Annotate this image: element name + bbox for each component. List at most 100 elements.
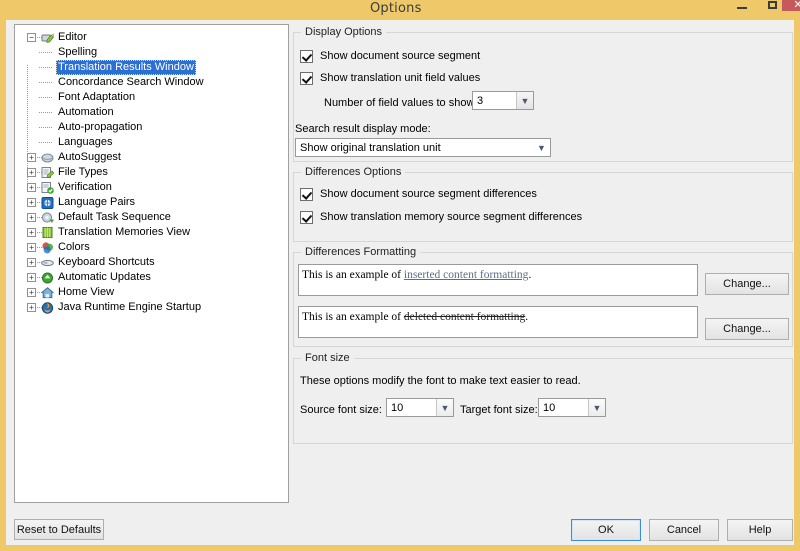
tree-item-label: Languages (58, 136, 113, 148)
keyboard-icon (41, 256, 54, 269)
minimize-button[interactable] (728, 0, 756, 11)
tree-item-label: Colors (58, 241, 90, 253)
source-font-size-label: Source font size: (300, 404, 382, 416)
tree-expander-expand-icon[interactable]: + (27, 273, 36, 282)
tree-item-keyboard-shortcuts[interactable]: + Keyboard Shortcuts (19, 255, 288, 270)
title-bar: Options ✕ (0, 0, 800, 20)
tree-item-font-adaptation[interactable]: Font Adaptation (19, 90, 288, 105)
tree-connector (39, 52, 53, 53)
tree-expander-expand-icon[interactable]: + (27, 303, 36, 312)
show-document-source-segment-checkbox[interactable] (300, 50, 313, 63)
tree-item-automation[interactable]: Automation (19, 105, 288, 120)
search-result-display-mode-combobox[interactable]: Show original translation unit ▼ (295, 138, 551, 157)
tree-item-translation-memories-view[interactable]: + Translation Memories View (19, 225, 288, 240)
file-types-icon (41, 166, 55, 179)
search-result-display-mode-value: Show original translation unit (300, 141, 441, 154)
tree-expander-expand-icon[interactable]: + (27, 228, 36, 237)
editor-pencil-icon (41, 31, 55, 44)
tree-item-translation-results-window[interactable]: Translation Results Window (19, 60, 288, 75)
source-font-size-value: 10 (391, 401, 404, 414)
translation-memories-icon (41, 226, 54, 239)
source-font-size-combobox[interactable]: 10 ▼ (386, 398, 454, 417)
tree-item-label: Default Task Sequence (58, 211, 171, 223)
tree-item-spelling[interactable]: Spelling (19, 45, 288, 60)
tree-expander-expand-icon[interactable]: + (27, 258, 36, 267)
tree-item-automatic-updates[interactable]: + Automatic Updates (19, 270, 288, 285)
maximize-icon (767, 1, 777, 9)
change-deleted-formatting-button[interactable]: Change... (705, 318, 789, 340)
tree-item-auto-propagation[interactable]: Auto-propagation (19, 120, 288, 135)
colors-icon (41, 241, 54, 254)
tree-item-label: File Types (58, 166, 108, 178)
tree-item-editor[interactable]: − Editor (19, 30, 288, 45)
show-translation-unit-field-values-checkbox[interactable] (300, 72, 313, 85)
number-of-field-values-combobox[interactable]: 3 ▼ (472, 91, 534, 110)
tree-item-label: Auto-propagation (58, 121, 143, 133)
search-result-display-mode-label: Search result display mode: (295, 123, 431, 135)
tree-expander-expand-icon[interactable]: + (27, 168, 36, 177)
tree-item-java-runtime-engine-startup[interactable]: + Java Runtime Engine Startup (19, 300, 288, 315)
tree-expander-collapse-icon[interactable]: − (27, 33, 36, 42)
deleted-preview-highlight: deleted content formatting (403, 311, 526, 323)
tree-connector (39, 67, 53, 68)
font-size-title: Font size (301, 352, 354, 364)
close-button[interactable]: ✕ (782, 0, 800, 11)
task-sequence-icon (41, 211, 54, 224)
tree-connector (39, 112, 53, 113)
show-tm-source-segment-differences-checkbox[interactable] (300, 211, 313, 224)
tree-item-label: AutoSuggest (58, 151, 121, 163)
ok-button[interactable]: OK (571, 519, 641, 541)
minimize-icon (737, 7, 747, 9)
tree-item-language-pairs[interactable]: + Language Pairs (19, 195, 288, 210)
show-document-source-segment-differences-checkbox[interactable] (300, 188, 313, 201)
tree-connector (39, 142, 53, 143)
show-document-source-segment-label: Show document source segment (320, 50, 481, 62)
close-icon: ✕ (793, 0, 800, 11)
target-font-size-combobox[interactable]: 10 ▼ (538, 398, 606, 417)
tree-expander-expand-icon[interactable]: + (27, 243, 36, 252)
tree-item-label: Translation Memories View (58, 226, 191, 238)
options-content-pane: Display Options Show document source seg… (293, 24, 793, 503)
autosuggest-icon (41, 151, 54, 164)
tree-item-label: Translation Results Window (56, 60, 196, 75)
tree-expander-expand-icon[interactable]: + (27, 213, 36, 222)
tree-item-file-types[interactable]: + File Types (19, 165, 288, 180)
cancel-button[interactable]: Cancel (649, 519, 719, 541)
change-inserted-formatting-button[interactable]: Change... (705, 273, 789, 295)
tree-item-autosuggest[interactable]: + AutoSuggest (19, 150, 288, 165)
tree-connector (39, 97, 53, 98)
tree-expander-expand-icon[interactable]: + (27, 288, 36, 297)
deleted-preview-suffix: . (525, 311, 529, 323)
updates-icon (41, 271, 54, 284)
font-size-description: These options modify the font to make te… (300, 375, 581, 387)
tree-item-verification[interactable]: + Verification (19, 180, 288, 195)
tree-connector (39, 82, 53, 83)
settings-tree-panel[interactable]: − Editor Spelling Translation Results Windo… (14, 24, 289, 503)
tree-item-label: Language Pairs (58, 196, 136, 208)
tree-item-colors[interactable]: + Colors (19, 240, 288, 255)
tree-item-label: Verification (58, 181, 112, 193)
settings-tree[interactable]: − Editor Spelling Translation Results Windo… (15, 25, 288, 315)
tree-item-label: Font Adaptation (58, 91, 136, 103)
tree-expander-expand-icon[interactable]: + (27, 198, 36, 207)
tree-item-label: Automatic Updates (58, 271, 151, 283)
show-tm-source-segment-differences-label: Show translation memory source segment d… (320, 211, 583, 223)
deleted-preview-prefix: This is an example of (302, 311, 404, 323)
tree-item-label: Editor (58, 31, 87, 43)
options-dialog-window: Options ✕ − Editor Spelling Translation Res… (0, 0, 800, 551)
tree-item-home-view[interactable]: + Home View (19, 285, 288, 300)
tree-item-languages[interactable]: Languages (19, 135, 288, 150)
home-icon (40, 286, 55, 299)
inserted-preview-suffix: . (528, 269, 532, 281)
chevron-down-icon: ▼ (588, 399, 605, 416)
verification-icon (41, 181, 54, 194)
tree-connector (39, 127, 53, 128)
help-button[interactable]: Help (727, 519, 793, 541)
tree-item-default-task-sequence[interactable]: + Default Task Sequence (19, 210, 288, 225)
reset-to-defaults-button[interactable]: Reset to Defaults (14, 519, 104, 540)
chevron-down-icon: ▼ (516, 92, 533, 109)
tree-item-concordance-search-window[interactable]: Concordance Search Window (19, 75, 288, 90)
tree-item-label: Home View (58, 286, 115, 298)
tree-expander-expand-icon[interactable]: + (27, 153, 36, 162)
tree-expander-expand-icon[interactable]: + (27, 183, 36, 192)
